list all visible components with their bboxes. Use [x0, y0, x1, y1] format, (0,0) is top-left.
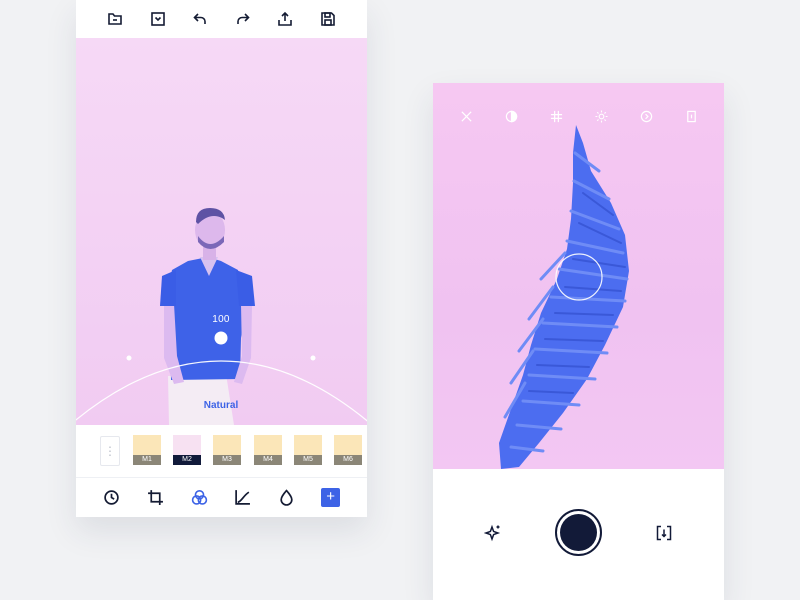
add-button[interactable]: + — [321, 488, 341, 507]
preset-label: M3 — [213, 455, 241, 465]
color-drop-icon[interactable] — [277, 489, 295, 507]
camera-controls — [433, 469, 724, 600]
switch-camera-icon[interactable] — [655, 524, 673, 542]
slider-value: 100 — [212, 314, 230, 325]
preset-m6[interactable]: M6 — [334, 435, 362, 465]
curves-icon[interactable] — [234, 489, 252, 507]
camera-screen — [433, 83, 724, 600]
preset-label: M5 — [294, 455, 322, 465]
preset-label: M6 — [334, 455, 362, 465]
crop-icon[interactable] — [146, 489, 164, 507]
contrast-icon[interactable] — [502, 107, 520, 125]
plant-illustration — [499, 125, 629, 469]
grid-icon[interactable] — [547, 107, 565, 125]
filter-name: Natural — [203, 400, 239, 411]
close-icon[interactable] — [457, 107, 475, 125]
timer-icon[interactable] — [637, 107, 655, 125]
shutter-inner — [560, 514, 597, 551]
magic-icon[interactable] — [483, 524, 502, 542]
editor-top-toolbar — [76, 0, 367, 38]
preset-m2[interactable]: M2 — [173, 435, 201, 465]
preset-label: M2 — [173, 455, 201, 465]
aspect-icon[interactable] — [682, 107, 700, 125]
edited-photo: 100 Natural — [76, 38, 367, 425]
exposure-icon[interactable] — [592, 107, 610, 125]
save-to-device-icon[interactable] — [149, 10, 167, 28]
undo-icon[interactable] — [191, 10, 209, 28]
preset-label: M4 — [254, 455, 282, 465]
preset-m1[interactable]: M1 — [133, 435, 161, 465]
shutter-button[interactable] — [555, 509, 602, 556]
camera-top-toolbar — [433, 107, 724, 125]
photo-editor-screen: 100 Natural ⋮ M1 M2 M3 M4 M5 M6 + — [76, 0, 367, 517]
camera-viewfinder — [433, 83, 724, 469]
preset-strip: ⋮ M1 M2 M3 M4 M5 M6 — [76, 425, 367, 478]
preset-label: M1 — [133, 455, 161, 465]
portrait-illustration — [76, 208, 367, 425]
save-icon[interactable] — [319, 10, 337, 28]
folder-icon[interactable] — [106, 10, 124, 28]
preset-m5[interactable]: M5 — [294, 435, 322, 465]
more-presets-button[interactable]: ⋮ — [100, 436, 120, 466]
preset-m3[interactable]: M3 — [213, 435, 241, 465]
editor-bottom-toolbar: + — [76, 478, 367, 517]
history-icon[interactable] — [103, 489, 121, 507]
slider-handle[interactable] — [214, 331, 228, 345]
filters-icon[interactable] — [190, 489, 208, 507]
share-icon[interactable] — [276, 10, 294, 28]
preset-m4[interactable]: M4 — [254, 435, 282, 465]
redo-icon[interactable] — [234, 10, 252, 28]
